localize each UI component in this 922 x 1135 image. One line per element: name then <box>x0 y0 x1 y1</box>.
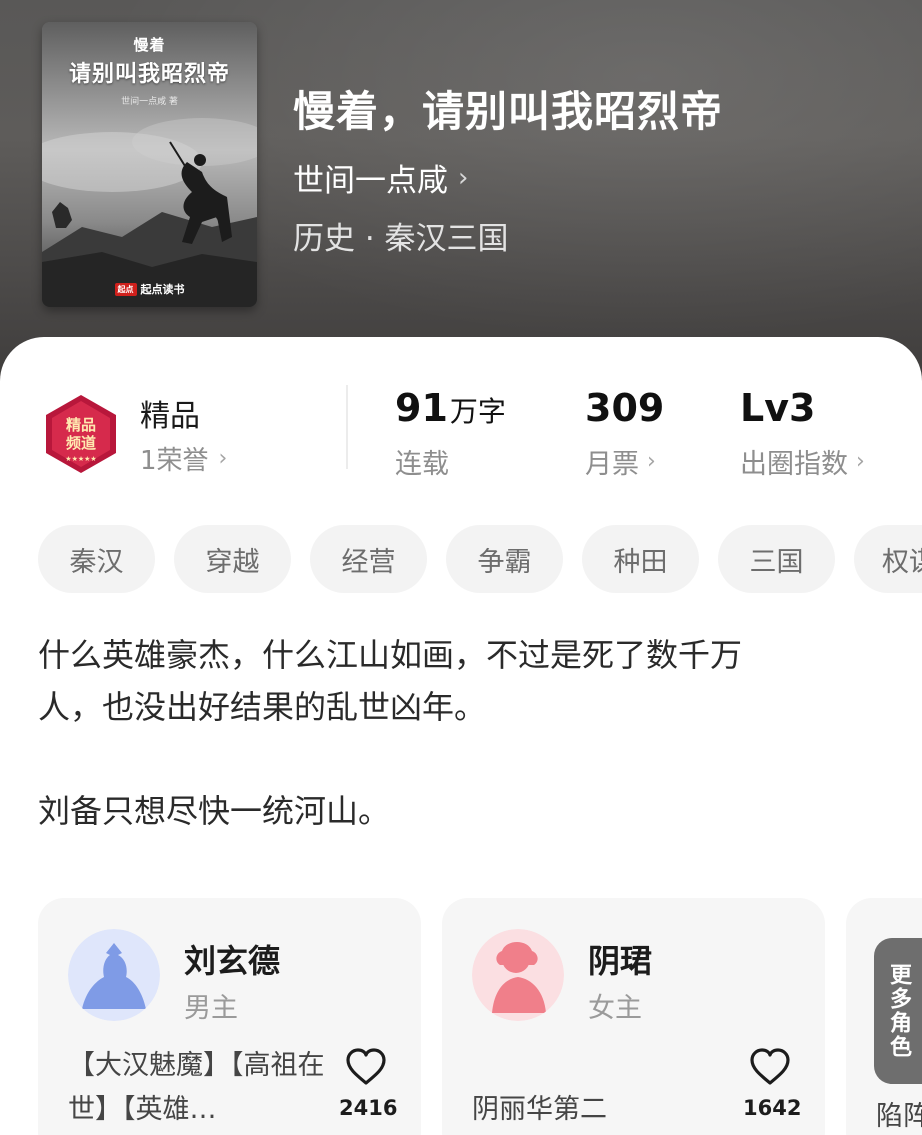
tag-chip[interactable]: 权谋 <box>854 525 922 593</box>
honor-link[interactable]: 1荣誉 › <box>140 440 227 477</box>
book-genre: 历史 · 秦汉三国 <box>293 221 509 257</box>
cover-author: 世间一点咸 著 <box>121 97 178 107</box>
serial-status: 连载 <box>395 442 449 481</box>
character-name: 阴珺 <box>588 942 653 980</box>
svg-text:★★★★★: ★★★★★ <box>65 455 96 463</box>
honor-count: 1荣誉 <box>140 446 209 476</box>
tag-list: 秦汉 穿越 经营 争霸 种田 三国 权谋 <box>38 525 922 593</box>
intro-line: 人，也没出好结果的乱世凶年。 <box>38 688 487 726</box>
svg-text:精品: 精品 <box>66 416 96 434</box>
tag-chip[interactable]: 秦汉 <box>38 525 155 593</box>
publisher-badge: 起点 <box>114 283 137 296</box>
character-avatar <box>472 929 564 1021</box>
book-cover[interactable]: 慢着 请别叫我昭烈帝 世间一点咸 著 起点 起点读书 <box>42 22 257 307</box>
intro-line: 刘备只想尽快一统河山。 <box>38 792 391 830</box>
cover-small-title: 慢着 <box>133 36 166 54</box>
popularity-level: Lv3 <box>740 386 816 430</box>
chevron-right-icon: › <box>856 449 865 474</box>
monthly-votes-label: 月票 <box>585 449 639 480</box>
book-title: 慢着，请别叫我昭烈帝 <box>293 87 724 136</box>
character-card[interactable]: 刘玄德 男主 【大汉魅魔】【高祖在世】【英雄… 2416 <box>38 898 421 1135</box>
grade-label: 精品 <box>140 399 200 434</box>
like-count: 1642 <box>743 1096 802 1120</box>
like-button[interactable]: 1642 <box>743 1048 802 1120</box>
intro-line: 什么英雄豪杰，什么江山如画，不过是死了数千万 <box>38 636 743 674</box>
book-header: 慢着 请别叫我昭烈帝 世间一点咸 著 起点 起点读书 慢着，请别叫我昭烈帝 世间一… <box>0 0 922 390</box>
character-tags: 阴丽华第二 <box>472 1094 607 1125</box>
tag-chip[interactable]: 三国 <box>718 525 835 593</box>
like-count: 2416 <box>339 1096 398 1120</box>
chevron-right-icon: › <box>458 162 469 193</box>
tag-chip[interactable]: 种田 <box>582 525 699 593</box>
chevron-right-icon: › <box>218 446 228 471</box>
more-characters-button[interactable]: 更多角色 <box>874 938 922 1084</box>
tag-chip[interactable]: 经营 <box>310 525 427 593</box>
heart-icon <box>346 1048 386 1085</box>
quality-badge-icon[interactable]: 精品 频道 ★★★★★ <box>40 393 122 475</box>
character-card[interactable]: 阴珺 女主 阴丽华第二 1642 <box>442 898 825 1135</box>
author-link[interactable]: 世间一点咸 › <box>293 155 468 200</box>
popularity-index-link[interactable]: 出圈指数 › <box>740 442 865 481</box>
character-role: 男主 <box>184 993 238 1024</box>
character-tags: 陷阵 <box>876 1101 922 1132</box>
word-count-value: 91 <box>395 386 448 430</box>
chevron-right-icon: › <box>647 449 656 474</box>
like-button[interactable]: 2416 <box>339 1048 398 1120</box>
stats-divider <box>346 385 348 469</box>
author-name: 世间一点咸 <box>293 163 448 199</box>
svg-text:频道: 频道 <box>66 434 96 452</box>
tag-chip[interactable]: 穿越 <box>174 525 291 593</box>
publisher-name: 起点读书 <box>140 283 185 296</box>
tag-chip[interactable]: 争霸 <box>446 525 563 593</box>
word-count-unit: 万字 <box>449 395 506 428</box>
popularity-index-label: 出圈指数 <box>740 449 848 480</box>
character-avatar <box>68 929 160 1021</box>
character-name: 刘玄德 <box>184 942 281 980</box>
book-intro[interactable]: 什么英雄豪杰，什么江山如画，不过是死了数千万 人，也没出好结果的乱世凶年。 刘备… <box>38 629 858 837</box>
character-role: 女主 <box>588 993 642 1024</box>
serial-status-label: 连载 <box>395 449 449 480</box>
monthly-votes-value: 309 <box>585 386 665 430</box>
heart-icon <box>750 1048 790 1085</box>
monthly-votes-link[interactable]: 月票 › <box>585 442 656 481</box>
more-characters-card[interactable]: 更多角色 陷阵 <box>846 898 922 1135</box>
cover-publisher-logo: 起点 起点读书 <box>42 281 257 297</box>
character-tags: 【大汉魅魔】【高祖在世】【英雄… <box>68 1050 325 1125</box>
word-count: 91万字 <box>395 386 506 430</box>
cover-title: 请别叫我昭烈帝 <box>68 62 230 87</box>
